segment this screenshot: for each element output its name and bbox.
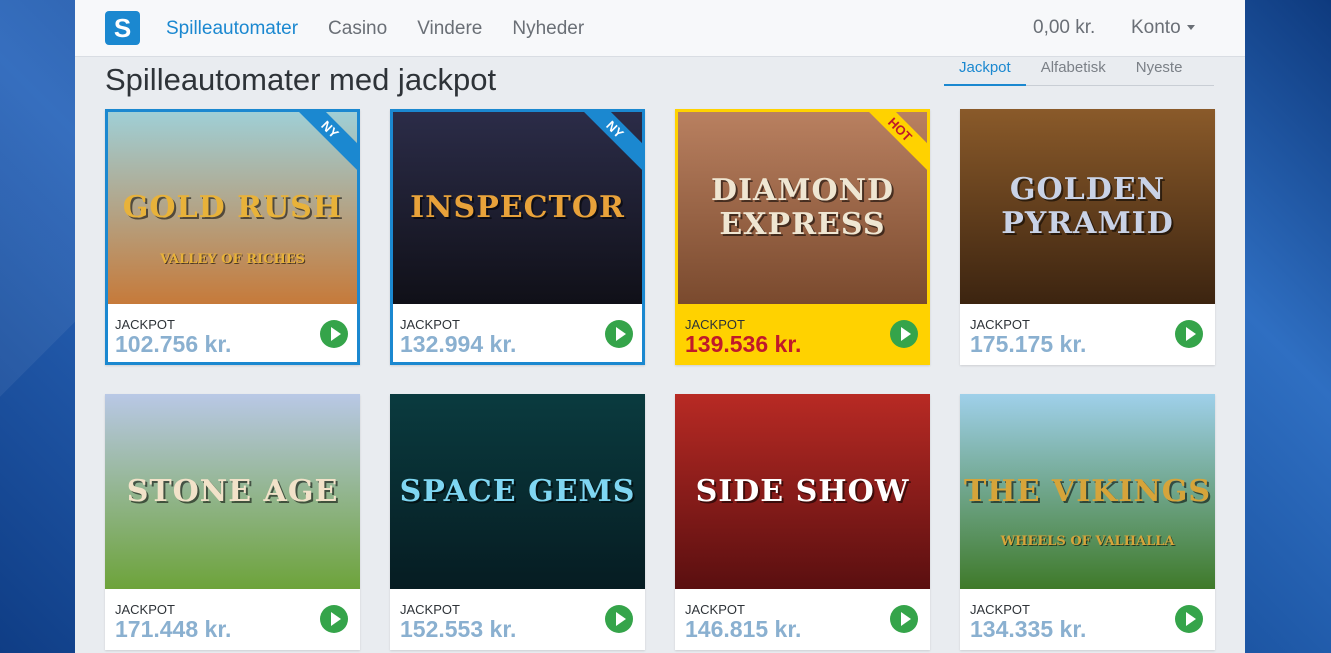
- play-button[interactable]: [1175, 320, 1203, 348]
- game-card[interactable]: INSPECTOR NY JACKPOT 132.994 kr.: [390, 109, 645, 365]
- game-logo-text: DIAMOND EXPRESS: [710, 173, 895, 242]
- jackpot-amount: 152.553 kr.: [400, 616, 517, 642]
- play-button[interactable]: [890, 320, 918, 348]
- jackpot-label: JACKPOT: [400, 602, 460, 617]
- logo[interactable]: S: [105, 11, 140, 45]
- play-button[interactable]: [605, 605, 633, 633]
- account-label: Konto: [1131, 17, 1181, 38]
- jackpot-label: JACKPOT: [115, 602, 175, 617]
- jackpot-label: JACKPOT: [970, 317, 1030, 332]
- game-card[interactable]: SIDE SHOW JACKPOT 146.815 kr.: [675, 394, 930, 650]
- game-logo-subtitle: WHEELS OF VALHALLA: [1000, 534, 1175, 549]
- tab-jackpot[interactable]: Jackpot: [944, 56, 1026, 86]
- game-card[interactable]: GOLDEN PYRAMID JACKPOT 175.175 kr.: [960, 109, 1215, 365]
- game-logo-text: GOLD RUSH: [122, 190, 343, 225]
- play-icon: [330, 612, 341, 626]
- play-button[interactable]: [320, 605, 348, 633]
- jackpot-amount: 175.175 kr.: [970, 331, 1087, 357]
- jackpot-label: JACKPOT: [115, 317, 175, 332]
- tab-nyeste[interactable]: Nyeste: [1121, 56, 1198, 86]
- game-card[interactable]: STONE AGE JACKPOT 171.448 kr.: [105, 394, 360, 650]
- play-button[interactable]: [320, 320, 348, 348]
- game-thumbnail[interactable]: INSPECTOR NY: [393, 112, 642, 304]
- game-card[interactable]: SPACE GEMS JACKPOT 152.553 kr.: [390, 394, 645, 650]
- hot-badge: HOT: [854, 112, 927, 176]
- page-title: Spilleautomater med jackpot: [105, 62, 497, 97]
- play-icon: [900, 327, 911, 341]
- nav-casino[interactable]: Casino: [328, 18, 387, 40]
- game-card[interactable]: DIAMOND EXPRESS HOT JACKPOT 139.536 kr.: [675, 109, 930, 365]
- game-logo-text: THE VIKINGS: [963, 473, 1212, 509]
- jackpot-amount: 134.335 kr.: [970, 616, 1087, 642]
- page: S Spilleautomater Casino Vindere Nyheder…: [75, 0, 1245, 653]
- tab-alfabetisk[interactable]: Alfabetisk: [1026, 56, 1121, 86]
- play-button[interactable]: [605, 320, 633, 348]
- jackpot-amount: 132.994 kr.: [400, 331, 517, 357]
- account-dropdown[interactable]: Konto: [1131, 17, 1195, 39]
- nav-vindere[interactable]: Vindere: [417, 18, 482, 40]
- game-logo-text: GOLDEN PYRAMID: [1001, 171, 1174, 241]
- play-button[interactable]: [890, 605, 918, 633]
- play-icon: [330, 327, 341, 341]
- nav-spilleautomater[interactable]: Spilleautomater: [166, 18, 298, 40]
- play-icon: [1185, 327, 1196, 341]
- jackpot-label: JACKPOT: [970, 602, 1030, 617]
- jackpot-amount: 139.536 kr.: [685, 331, 802, 357]
- game-logo-subtitle: VALLEY OF RICHES: [159, 252, 306, 267]
- game-logo-text: SPACE GEMS: [399, 473, 636, 509]
- jackpot-label: JACKPOT: [685, 317, 745, 332]
- game-thumbnail[interactable]: THE VIKINGS WHEELS OF VALHALLA: [960, 394, 1215, 589]
- nav-nyheder[interactable]: Nyheder: [512, 18, 584, 40]
- game-card[interactable]: GOLD RUSH VALLEY OF RICHES NY JACKPOT 102.75…: [105, 109, 360, 365]
- sort-tabs: Jackpot Alfabetisk Nyeste: [944, 56, 1214, 86]
- play-icon: [1185, 612, 1196, 626]
- jackpot-amount: 146.815 kr.: [685, 616, 802, 642]
- caret-down-icon: [1186, 25, 1195, 31]
- top-navbar: S Spilleautomater Casino Vindere Nyheder…: [75, 0, 1245, 57]
- game-logo-text: SIDE SHOW: [695, 473, 910, 509]
- jackpot-label: JACKPOT: [685, 602, 745, 617]
- game-thumbnail[interactable]: DIAMOND EXPRESS HOT: [678, 112, 927, 304]
- new-badge: NY: [284, 112, 357, 176]
- play-icon: [615, 327, 626, 341]
- main-nav: Spilleautomater Casino Vindere Nyheder: [166, 0, 614, 57]
- game-logo-text: STONE AGE: [126, 473, 339, 509]
- new-badge: NY: [569, 112, 642, 176]
- jackpot-amount: 171.448 kr.: [115, 616, 232, 642]
- jackpot-amount: 102.756 kr.: [115, 331, 232, 357]
- game-card[interactable]: THE VIKINGS WHEELS OF VALHALLA JACKPOT 134.…: [960, 394, 1215, 650]
- jackpot-label: JACKPOT: [400, 317, 460, 332]
- game-thumbnail[interactable]: STONE AGE: [105, 394, 360, 589]
- play-button[interactable]: [1175, 605, 1203, 633]
- game-logo-text: INSPECTOR: [410, 190, 625, 225]
- game-thumbnail[interactable]: SPACE GEMS: [390, 394, 645, 589]
- balance: 0,00 kr.: [1033, 17, 1096, 38]
- game-thumbnail[interactable]: GOLDEN PYRAMID: [960, 109, 1215, 304]
- play-icon: [900, 612, 911, 626]
- play-icon: [615, 612, 626, 626]
- game-thumbnail[interactable]: SIDE SHOW: [675, 394, 930, 589]
- game-thumbnail[interactable]: GOLD RUSH VALLEY OF RICHES NY: [108, 112, 357, 304]
